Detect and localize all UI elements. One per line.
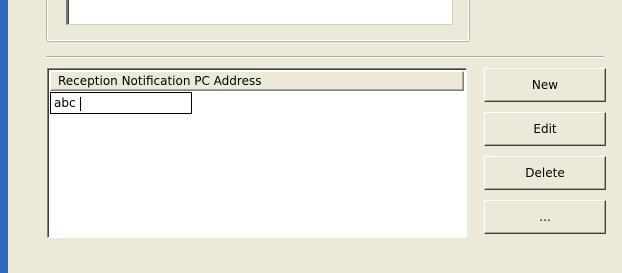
text-caret: [79, 96, 81, 111]
window-left-border: [0, 0, 8, 273]
reception-pc-address-list[interactable]: Reception Notification PC Address abc: [47, 68, 467, 238]
separator-line: [46, 56, 604, 58]
address-edit-field[interactable]: abc: [50, 92, 192, 114]
delete-button[interactable]: Delete: [484, 156, 606, 190]
more-options-button[interactable]: ...: [484, 200, 606, 234]
address-edit-text: abc: [54, 96, 76, 110]
edit-button[interactable]: Edit: [484, 112, 606, 146]
new-button[interactable]: New: [484, 68, 606, 102]
column-header-label: Reception Notification PC Address: [58, 74, 262, 88]
column-header-reception-pc-address[interactable]: Reception Notification PC Address: [50, 71, 464, 91]
upper-list-box[interactable]: [66, 0, 453, 25]
